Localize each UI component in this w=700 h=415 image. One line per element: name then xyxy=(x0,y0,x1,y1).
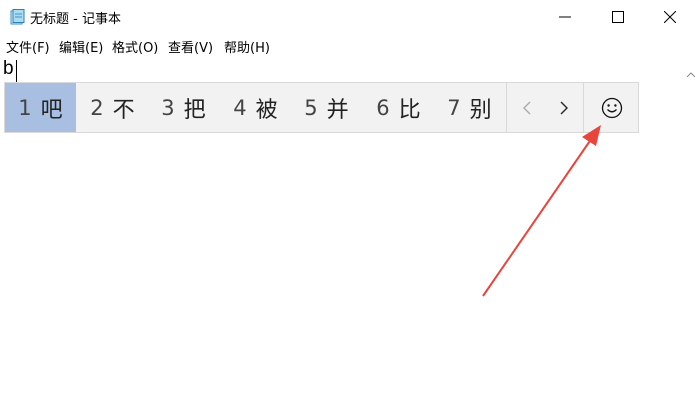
candidate-text: 比 xyxy=(398,97,421,123)
candidate-text: 被 xyxy=(255,97,278,123)
maximize-button[interactable] xyxy=(593,0,643,34)
text-caret xyxy=(16,60,17,82)
title-bar: 无标题 - 记事本 xyxy=(0,0,700,34)
maximize-icon xyxy=(612,11,624,23)
smiley-face-icon xyxy=(601,97,622,118)
ime-candidate-5[interactable]: 5 并 xyxy=(291,83,362,132)
vertical-scrollbar[interactable] xyxy=(682,56,700,415)
candidate-number: 6 xyxy=(376,95,390,120)
candidate-number: 1 xyxy=(18,95,32,120)
candidate-number: 7 xyxy=(447,95,461,120)
window-title: 无标题 - 记事本 xyxy=(30,12,121,27)
ime-emoji-button[interactable] xyxy=(585,83,638,132)
ime-candidate-1[interactable]: 1 吧 xyxy=(5,83,76,132)
ime-divider xyxy=(506,83,507,132)
ime-prev-page-button[interactable] xyxy=(508,83,546,132)
chevron-left-icon xyxy=(523,101,531,114)
menu-view[interactable]: 查看(V) xyxy=(168,37,213,56)
scroll-up-arrow-icon[interactable] xyxy=(686,62,696,81)
menu-file[interactable]: 文件(F) xyxy=(6,37,50,56)
ime-candidate-2[interactable]: 2 不 xyxy=(77,83,148,132)
candidate-text: 别 xyxy=(469,97,492,123)
ime-candidate-4[interactable]: 4 被 xyxy=(220,83,291,132)
editor-content: b xyxy=(3,58,14,79)
minimize-button[interactable] xyxy=(540,0,590,34)
candidate-number: 5 xyxy=(304,95,318,120)
menu-format[interactable]: 格式(O) xyxy=(112,37,158,56)
close-button[interactable] xyxy=(645,0,695,34)
candidate-number: 3 xyxy=(161,95,175,120)
ime-candidate-window: 1 吧 2 不 3 把 4 被 5 并 6 比 7 别 xyxy=(4,82,639,133)
candidate-number: 4 xyxy=(233,95,247,120)
candidate-text: 把 xyxy=(183,97,206,123)
close-icon xyxy=(664,11,676,23)
ime-candidate-3[interactable]: 3 把 xyxy=(148,83,219,132)
ime-next-page-button[interactable] xyxy=(545,83,583,132)
candidate-number: 2 xyxy=(90,95,104,120)
candidate-text: 并 xyxy=(326,97,349,123)
notepad-icon[interactable] xyxy=(9,9,25,25)
minimize-icon xyxy=(559,16,571,18)
chevron-right-icon xyxy=(560,101,568,114)
menu-bar: 文件(F) 编辑(E) 格式(O) 查看(V) 帮助(H) xyxy=(0,34,700,56)
menu-help[interactable]: 帮助(H) xyxy=(224,37,270,56)
candidate-text: 吧 xyxy=(40,97,63,123)
ime-divider xyxy=(583,83,584,132)
ime-candidate-7[interactable]: 7 别 xyxy=(434,83,505,132)
ime-candidate-6[interactable]: 6 比 xyxy=(363,83,434,132)
menu-edit[interactable]: 编辑(E) xyxy=(59,37,103,56)
candidate-text: 不 xyxy=(112,97,135,123)
